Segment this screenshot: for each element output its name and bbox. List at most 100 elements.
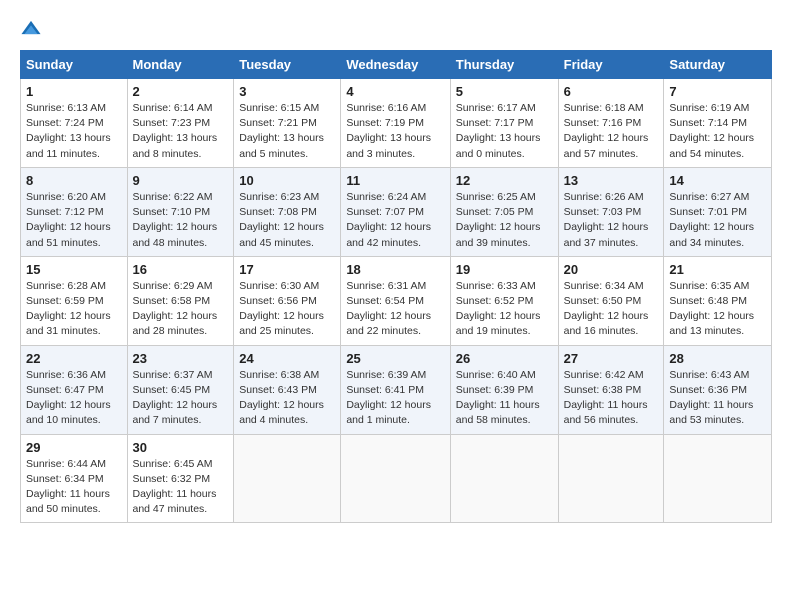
calendar-cell: 23 Sunrise: 6:37 AMSunset: 6:45 PMDaylig… [127,345,234,434]
day-detail: Sunrise: 6:20 AMSunset: 7:12 PMDaylight:… [26,191,111,249]
day-detail: Sunrise: 6:35 AMSunset: 6:48 PMDaylight:… [669,280,754,338]
day-number: 20 [564,262,659,277]
calendar-cell: 21 Sunrise: 6:35 AMSunset: 6:48 PMDaylig… [664,256,772,345]
day-detail: Sunrise: 6:39 AMSunset: 6:41 PMDaylight:… [346,369,431,427]
day-detail: Sunrise: 6:14 AMSunset: 7:23 PMDaylight:… [133,102,218,160]
calendar-cell: 26 Sunrise: 6:40 AMSunset: 6:39 PMDaylig… [450,345,558,434]
calendar-cell: 15 Sunrise: 6:28 AMSunset: 6:59 PMDaylig… [21,256,128,345]
calendar-cell: 12 Sunrise: 6:25 AMSunset: 7:05 PMDaylig… [450,167,558,256]
calendar-cell: 27 Sunrise: 6:42 AMSunset: 6:38 PMDaylig… [558,345,664,434]
header [20,18,772,40]
calendar-cell: 4 Sunrise: 6:16 AMSunset: 7:19 PMDayligh… [341,79,450,168]
day-number: 17 [239,262,335,277]
calendar-cell [450,434,558,523]
day-detail: Sunrise: 6:29 AMSunset: 6:58 PMDaylight:… [133,280,218,338]
day-detail: Sunrise: 6:40 AMSunset: 6:39 PMDaylight:… [456,369,540,427]
calendar-cell: 16 Sunrise: 6:29 AMSunset: 6:58 PMDaylig… [127,256,234,345]
day-detail: Sunrise: 6:15 AMSunset: 7:21 PMDaylight:… [239,102,324,160]
calendar-cell: 5 Sunrise: 6:17 AMSunset: 7:17 PMDayligh… [450,79,558,168]
day-detail: Sunrise: 6:38 AMSunset: 6:43 PMDaylight:… [239,369,324,427]
day-number: 15 [26,262,122,277]
calendar-cell: 11 Sunrise: 6:24 AMSunset: 7:07 PMDaylig… [341,167,450,256]
calendar-cell: 2 Sunrise: 6:14 AMSunset: 7:23 PMDayligh… [127,79,234,168]
day-number: 25 [346,351,444,366]
calendar-cell: 3 Sunrise: 6:15 AMSunset: 7:21 PMDayligh… [234,79,341,168]
day-number: 28 [669,351,766,366]
day-number: 6 [564,84,659,99]
day-detail: Sunrise: 6:22 AMSunset: 7:10 PMDaylight:… [133,191,218,249]
day-number: 10 [239,173,335,188]
day-number: 29 [26,440,122,455]
day-number: 24 [239,351,335,366]
day-number: 12 [456,173,553,188]
calendar-cell: 29 Sunrise: 6:44 AMSunset: 6:34 PMDaylig… [21,434,128,523]
calendar-cell: 22 Sunrise: 6:36 AMSunset: 6:47 PMDaylig… [21,345,128,434]
calendar-cell: 30 Sunrise: 6:45 AMSunset: 6:32 PMDaylig… [127,434,234,523]
calendar-cell: 18 Sunrise: 6:31 AMSunset: 6:54 PMDaylig… [341,256,450,345]
calendar-cell: 24 Sunrise: 6:38 AMSunset: 6:43 PMDaylig… [234,345,341,434]
calendar-week-1: 1 Sunrise: 6:13 AMSunset: 7:24 PMDayligh… [21,79,772,168]
calendar-cell [341,434,450,523]
day-detail: Sunrise: 6:28 AMSunset: 6:59 PMDaylight:… [26,280,111,338]
day-detail: Sunrise: 6:18 AMSunset: 7:16 PMDaylight:… [564,102,649,160]
day-detail: Sunrise: 6:37 AMSunset: 6:45 PMDaylight:… [133,369,218,427]
calendar-cell [234,434,341,523]
calendar-week-5: 29 Sunrise: 6:44 AMSunset: 6:34 PMDaylig… [21,434,772,523]
dow-header-tuesday: Tuesday [234,51,341,79]
day-number: 8 [26,173,122,188]
calendar-cell: 20 Sunrise: 6:34 AMSunset: 6:50 PMDaylig… [558,256,664,345]
day-number: 19 [456,262,553,277]
dow-header-saturday: Saturday [664,51,772,79]
calendar-cell: 8 Sunrise: 6:20 AMSunset: 7:12 PMDayligh… [21,167,128,256]
calendar-cell [664,434,772,523]
day-detail: Sunrise: 6:17 AMSunset: 7:17 PMDaylight:… [456,102,541,160]
day-detail: Sunrise: 6:26 AMSunset: 7:03 PMDaylight:… [564,191,649,249]
day-detail: Sunrise: 6:45 AMSunset: 6:32 PMDaylight:… [133,458,217,516]
day-detail: Sunrise: 6:25 AMSunset: 7:05 PMDaylight:… [456,191,541,249]
day-detail: Sunrise: 6:34 AMSunset: 6:50 PMDaylight:… [564,280,649,338]
day-number: 7 [669,84,766,99]
day-number: 13 [564,173,659,188]
calendar-cell: 1 Sunrise: 6:13 AMSunset: 7:24 PMDayligh… [21,79,128,168]
calendar-cell: 19 Sunrise: 6:33 AMSunset: 6:52 PMDaylig… [450,256,558,345]
day-number: 26 [456,351,553,366]
day-detail: Sunrise: 6:13 AMSunset: 7:24 PMDaylight:… [26,102,111,160]
day-number: 22 [26,351,122,366]
day-detail: Sunrise: 6:30 AMSunset: 6:56 PMDaylight:… [239,280,324,338]
day-detail: Sunrise: 6:44 AMSunset: 6:34 PMDaylight:… [26,458,110,516]
calendar-cell: 6 Sunrise: 6:18 AMSunset: 7:16 PMDayligh… [558,79,664,168]
day-number: 2 [133,84,229,99]
day-detail: Sunrise: 6:19 AMSunset: 7:14 PMDaylight:… [669,102,754,160]
calendar-cell: 7 Sunrise: 6:19 AMSunset: 7:14 PMDayligh… [664,79,772,168]
day-number: 18 [346,262,444,277]
logo [20,18,46,40]
calendar-week-2: 8 Sunrise: 6:20 AMSunset: 7:12 PMDayligh… [21,167,772,256]
day-number: 21 [669,262,766,277]
day-detail: Sunrise: 6:23 AMSunset: 7:08 PMDaylight:… [239,191,324,249]
dow-header-friday: Friday [558,51,664,79]
calendar-cell: 9 Sunrise: 6:22 AMSunset: 7:10 PMDayligh… [127,167,234,256]
calendar-cell [558,434,664,523]
day-detail: Sunrise: 6:27 AMSunset: 7:01 PMDaylight:… [669,191,754,249]
calendar-week-3: 15 Sunrise: 6:28 AMSunset: 6:59 PMDaylig… [21,256,772,345]
day-detail: Sunrise: 6:36 AMSunset: 6:47 PMDaylight:… [26,369,111,427]
day-number: 16 [133,262,229,277]
logo-icon [20,18,42,40]
calendar-cell: 17 Sunrise: 6:30 AMSunset: 6:56 PMDaylig… [234,256,341,345]
calendar-table: SundayMondayTuesdayWednesdayThursdayFrid… [20,50,772,523]
day-number: 27 [564,351,659,366]
day-number: 5 [456,84,553,99]
calendar-cell: 10 Sunrise: 6:23 AMSunset: 7:08 PMDaylig… [234,167,341,256]
calendar-cell: 13 Sunrise: 6:26 AMSunset: 7:03 PMDaylig… [558,167,664,256]
day-number: 30 [133,440,229,455]
day-number: 1 [26,84,122,99]
day-detail: Sunrise: 6:33 AMSunset: 6:52 PMDaylight:… [456,280,541,338]
day-detail: Sunrise: 6:42 AMSunset: 6:38 PMDaylight:… [564,369,648,427]
day-detail: Sunrise: 6:43 AMSunset: 6:36 PMDaylight:… [669,369,753,427]
day-number: 3 [239,84,335,99]
dow-header-sunday: Sunday [21,51,128,79]
dow-header-monday: Monday [127,51,234,79]
day-detail: Sunrise: 6:24 AMSunset: 7:07 PMDaylight:… [346,191,431,249]
day-number: 14 [669,173,766,188]
day-number: 9 [133,173,229,188]
